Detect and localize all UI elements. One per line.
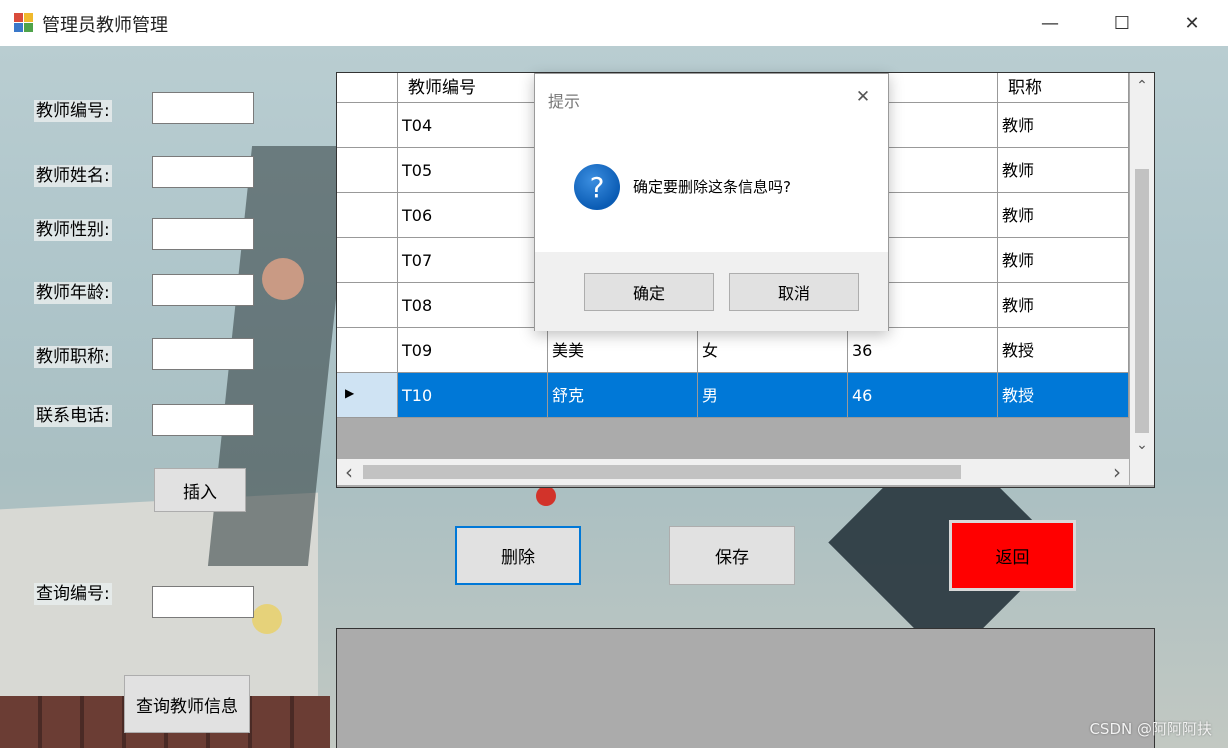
cell-teacher-age[interactable]: 36 [848, 328, 998, 373]
table-row-selected[interactable]: ▶ T10 舒克 男 46 教授 [337, 373, 1129, 418]
dialog-ok-button[interactable]: 确定 [584, 273, 714, 311]
row-header[interactable] [337, 283, 398, 328]
scrollbar-corner [1130, 459, 1154, 485]
dialog-message: 确定要删除这条信息吗? [633, 178, 791, 196]
close-button[interactable]: ✕ [1156, 0, 1228, 46]
delete-button[interactable]: 删除 [455, 526, 581, 585]
dialog-footer: 确定 取消 [535, 252, 888, 331]
scroll-up-icon[interactable]: ⌃ [1130, 73, 1154, 97]
row-header[interactable] [337, 148, 398, 193]
teacher-name-input[interactable] [152, 156, 254, 188]
cell-teacher-name[interactable]: 美美 [548, 328, 698, 373]
vertical-scroll-thumb[interactable] [1135, 169, 1149, 433]
row-header[interactable] [337, 238, 398, 283]
scroll-down-icon[interactable]: ⌄ [1130, 435, 1154, 459]
insert-button[interactable]: 插入 [154, 468, 246, 512]
column-header[interactable]: 教师编号 [398, 73, 548, 103]
app-icon [14, 13, 34, 33]
cell-teacher-title[interactable]: 教授 [998, 328, 1129, 373]
row-header[interactable]: ▶ [337, 373, 398, 418]
question-mark: ? [589, 170, 605, 204]
cell-teacher-title[interactable]: 教师 [998, 103, 1129, 148]
column-header[interactable]: 职称 [998, 73, 1129, 103]
cell-teacher-gender[interactable]: 女 [698, 328, 848, 373]
query-id-label: 查询编号: [34, 583, 112, 605]
row-header-corner [337, 73, 398, 103]
cell-teacher-title[interactable]: 教师 [998, 148, 1129, 193]
phone-input[interactable] [152, 404, 254, 436]
query-id-input[interactable] [152, 586, 254, 618]
cell-teacher-id[interactable]: T06 [398, 193, 548, 238]
maximize-button[interactable]: ☐ [1086, 0, 1158, 46]
confirm-delete-dialog[interactable]: 提示 ✕ ? 确定要删除这条信息吗? 确定 取消 [534, 73, 889, 331]
teacher-gender-label: 教师性别: [34, 219, 112, 241]
save-button[interactable]: 保存 [669, 526, 795, 585]
row-header[interactable] [337, 193, 398, 238]
minimize-button[interactable]: — [1014, 0, 1086, 46]
row-header[interactable] [337, 328, 398, 373]
cell-teacher-id[interactable]: T10 [398, 373, 548, 418]
window-title: 管理员教师管理 [42, 15, 168, 36]
horizontal-scroll-thumb[interactable] [363, 465, 961, 479]
cell-teacher-title[interactable]: 教师 [998, 283, 1129, 328]
dialog-title: 提示 [548, 92, 581, 111]
teacher-title-label: 教师职称: [34, 346, 112, 368]
cell-teacher-id[interactable]: T08 [398, 283, 548, 328]
teacher-name-label: 教师姓名: [34, 165, 112, 187]
row-header[interactable] [337, 103, 398, 148]
scroll-left-icon[interactable]: ‹ [337, 459, 361, 485]
background-sun [252, 604, 282, 634]
teacher-title-input[interactable] [152, 338, 254, 370]
cell-teacher-title[interactable]: 教师 [998, 238, 1129, 283]
back-button[interactable]: 返回 [949, 520, 1076, 591]
table-row[interactable]: T09 美美 女 36 教授 [337, 328, 1129, 373]
cell-teacher-id[interactable]: T09 [398, 328, 548, 373]
cell-teacher-id[interactable]: T04 [398, 103, 548, 148]
cell-teacher-title[interactable]: 教授 [998, 373, 1129, 418]
bottom-grid-panel[interactable] [336, 628, 1155, 748]
teacher-gender-input[interactable] [152, 218, 254, 250]
title-bar: 管理员教师管理 — ☐ ✕ [0, 0, 1228, 46]
teacher-age-input[interactable] [152, 274, 254, 306]
background-ball [536, 486, 556, 506]
cell-teacher-id[interactable]: T07 [398, 238, 548, 283]
watermark: CSDN @阿阿阿扶 [1089, 720, 1212, 738]
teacher-id-label: 教师编号: [34, 100, 112, 122]
dialog-close-icon[interactable]: ✕ [848, 84, 878, 110]
current-row-indicator-icon: ▶ [345, 386, 355, 400]
cell-teacher-gender[interactable]: 男 [698, 373, 848, 418]
cell-teacher-title[interactable]: 教师 [998, 193, 1129, 238]
horizontal-scrollbar[interactable]: ‹ › [337, 459, 1129, 485]
teacher-age-label: 教师年龄: [34, 282, 112, 304]
cell-teacher-id[interactable]: T05 [398, 148, 548, 193]
teacher-id-input[interactable] [152, 92, 254, 124]
scroll-right-icon[interactable]: › [1105, 459, 1129, 485]
question-icon: ? [574, 164, 620, 210]
phone-label: 联系电话: [34, 405, 112, 427]
background-planet [262, 258, 304, 300]
cell-teacher-name[interactable]: 舒克 [548, 373, 698, 418]
dialog-cancel-button[interactable]: 取消 [729, 273, 859, 311]
query-teacher-button[interactable]: 查询教师信息 [124, 675, 250, 733]
cell-teacher-age[interactable]: 46 [848, 373, 998, 418]
vertical-scrollbar[interactable]: ⌃ ⌄ [1130, 73, 1154, 459]
